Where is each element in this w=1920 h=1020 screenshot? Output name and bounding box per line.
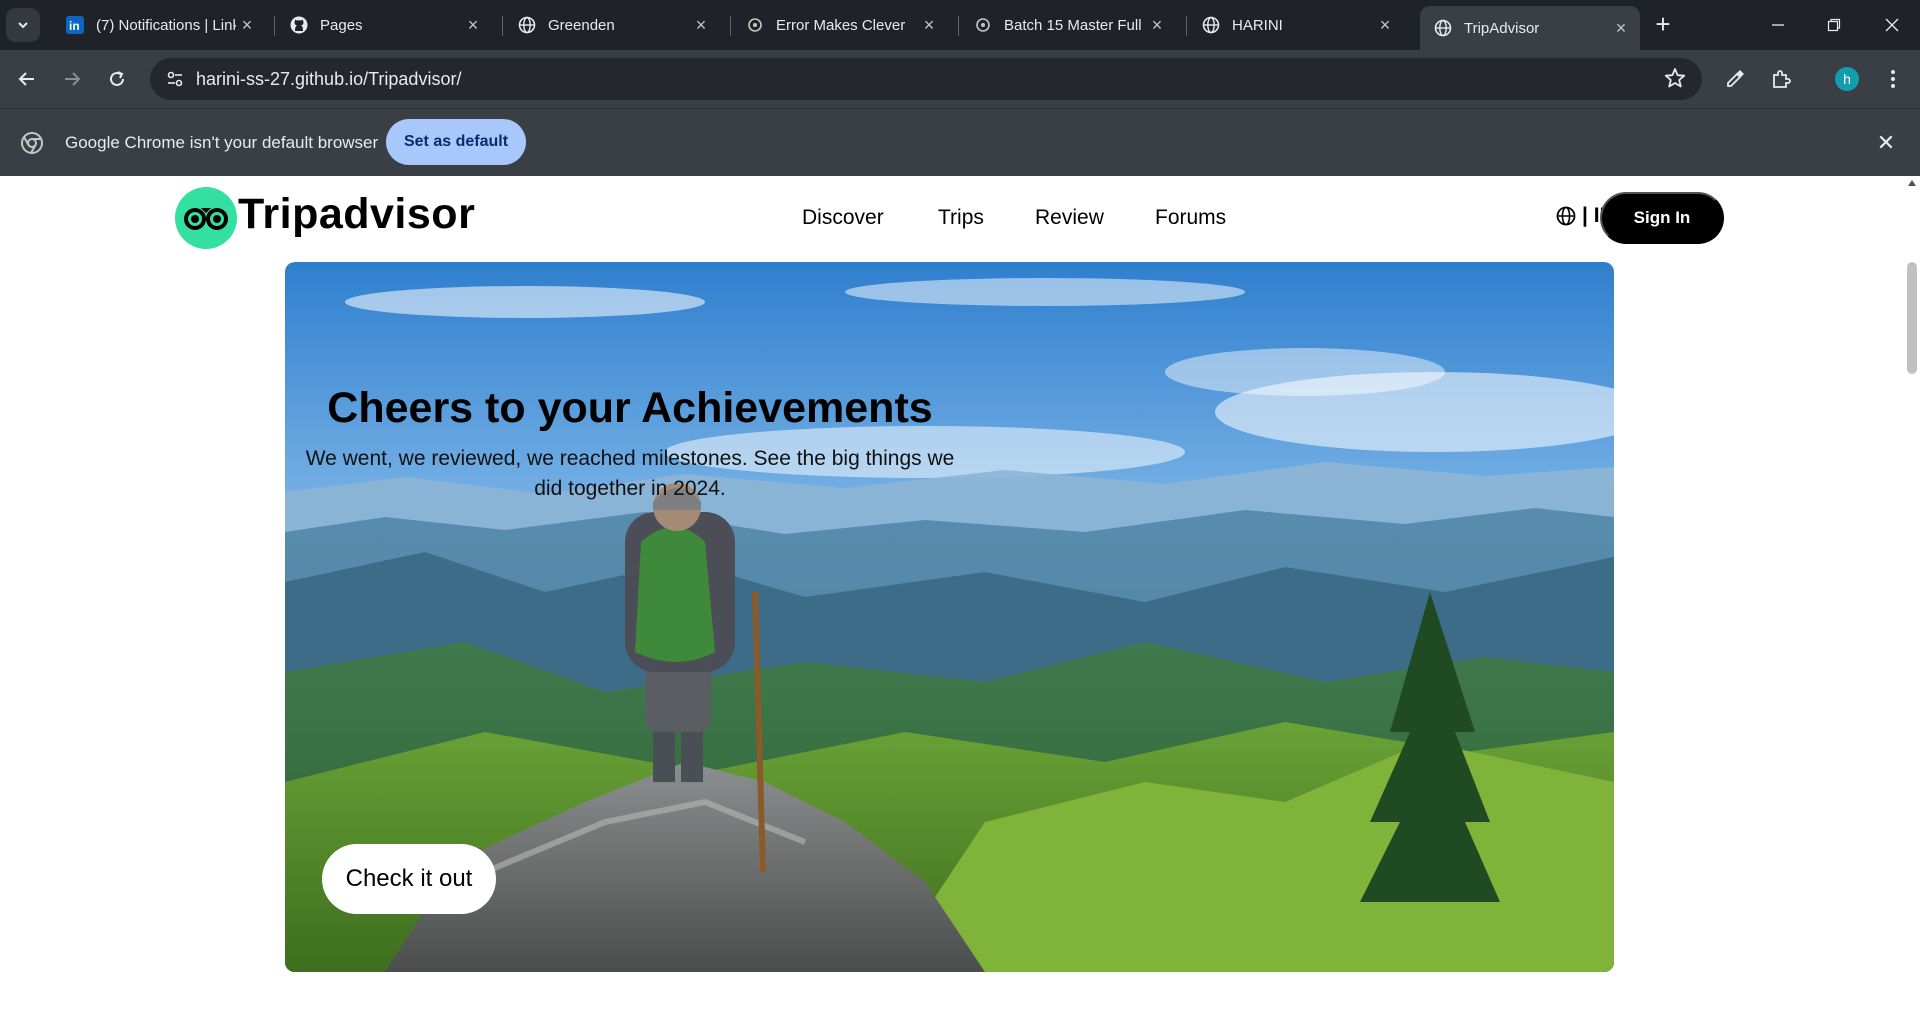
back-button[interactable] xyxy=(10,62,44,96)
new-tab-button[interactable]: + xyxy=(1648,10,1678,40)
github-icon xyxy=(290,16,308,34)
arrow-left-icon xyxy=(18,72,34,86)
forward-button[interactable] xyxy=(55,62,89,96)
puzzle-icon xyxy=(1773,70,1791,88)
pen-icon xyxy=(1727,70,1744,87)
tab-divider xyxy=(274,16,275,36)
close-window-button[interactable] xyxy=(1864,0,1920,50)
close-icon xyxy=(1885,18,1899,32)
tune-icon xyxy=(167,71,183,87)
site-info-button[interactable] xyxy=(160,64,190,94)
bookmark-star-icon[interactable] xyxy=(1664,67,1686,94)
hero-banner: Cheers to your Achievements We went, we … xyxy=(285,262,1614,972)
reload-icon xyxy=(110,71,124,86)
chevron-down-icon xyxy=(18,22,28,29)
extensions-button[interactable] xyxy=(1764,62,1798,96)
globe-icon xyxy=(1556,206,1576,226)
close-tab-icon[interactable]: × xyxy=(1374,14,1396,36)
site-header: Tripadvisor Discover Trips Review Forums… xyxy=(0,176,1904,262)
scroll-thumb[interactable] xyxy=(1907,262,1917,374)
owl-logo-icon[interactable] xyxy=(175,187,237,249)
tab-divider xyxy=(1186,16,1187,36)
tab-linkedin[interactable]: in (7) Notifications | LinkedIn × xyxy=(52,6,266,44)
linkedin-icon: in xyxy=(66,16,84,34)
tab-divider xyxy=(730,16,731,36)
close-tab-icon[interactable]: × xyxy=(1146,14,1168,36)
profile-button[interactable]: h xyxy=(1830,62,1864,96)
nav-discover[interactable]: Discover xyxy=(802,206,884,230)
eyedropper-button[interactable] xyxy=(1718,62,1752,96)
tab-divider xyxy=(502,16,503,36)
close-tab-icon[interactable]: × xyxy=(918,14,940,36)
site-icon xyxy=(746,16,764,34)
tab-greenden[interactable]: Greenden × xyxy=(504,6,720,44)
tab-search-button[interactable] xyxy=(6,8,40,42)
tab-pages[interactable]: Pages × xyxy=(276,6,492,44)
tab-error-makes-clever[interactable]: Error Makes Clever × xyxy=(732,6,948,44)
menu-button[interactable] xyxy=(1876,62,1910,96)
page-scrollbar[interactable] xyxy=(1904,176,1920,1020)
logo-text[interactable]: Tripadvisor xyxy=(238,190,475,239)
restore-icon xyxy=(1827,18,1841,32)
page-viewport: Tripadvisor Discover Trips Review Forums… xyxy=(0,176,1904,1020)
close-tab-icon[interactable]: × xyxy=(462,14,484,36)
close-tab-icon[interactable]: × xyxy=(1610,17,1632,39)
avatar: h xyxy=(1835,67,1859,91)
sign-in-button[interactable]: Sign In xyxy=(1600,192,1724,244)
tab-strip: in (7) Notifications | LinkedIn × Pages … xyxy=(0,0,1920,50)
chrome-icon xyxy=(20,131,44,155)
globe-icon xyxy=(1434,19,1452,37)
globe-icon xyxy=(1202,16,1220,34)
tab-batch-15[interactable]: Batch 15 Master Full × xyxy=(960,6,1176,44)
site-icon xyxy=(974,16,992,34)
hero-title: Cheers to your Achievements xyxy=(327,384,933,432)
hero-subtitle: We went, we reviewed, we reached milesto… xyxy=(305,447,955,500)
nav-trips[interactable]: Trips xyxy=(938,206,984,230)
close-tab-icon[interactable]: × xyxy=(690,14,712,36)
browser-toolbar: harini-ss-27.github.io/Tripadvisor/ h xyxy=(0,50,1920,108)
restore-button[interactable] xyxy=(1806,0,1862,50)
tab-harini[interactable]: HARINI × xyxy=(1188,6,1404,44)
default-browser-infobar: Google Chrome isn't your default browser… xyxy=(0,108,1920,176)
nav-forums[interactable]: Forums xyxy=(1155,206,1226,230)
nav-review[interactable]: Review xyxy=(1035,206,1104,230)
minimize-icon xyxy=(1772,24,1784,26)
reload-button[interactable] xyxy=(100,62,134,96)
more-vertical-icon xyxy=(1891,70,1895,88)
infobar-message: Google Chrome isn't your default browser xyxy=(65,133,379,152)
tab-divider xyxy=(958,16,959,36)
url-text[interactable]: harini-ss-27.github.io/Tripadvisor/ xyxy=(196,69,461,90)
check-it-out-button[interactable]: Check it out xyxy=(322,844,496,914)
address-bar[interactable]: harini-ss-27.github.io/Tripadvisor/ xyxy=(150,58,1702,100)
close-tab-icon[interactable]: × xyxy=(236,14,258,36)
set-as-default-button[interactable]: Set as default xyxy=(386,119,526,165)
svg-text:in: in xyxy=(69,19,80,33)
globe-icon xyxy=(518,16,536,34)
minimize-button[interactable] xyxy=(1750,0,1806,50)
close-infobar-icon[interactable]: ✕ xyxy=(1874,130,1898,155)
tab-tripadvisor[interactable]: TripAdvisor × xyxy=(1420,6,1640,50)
scroll-up-arrow-icon[interactable] xyxy=(1908,180,1916,186)
arrow-right-icon xyxy=(65,72,81,86)
